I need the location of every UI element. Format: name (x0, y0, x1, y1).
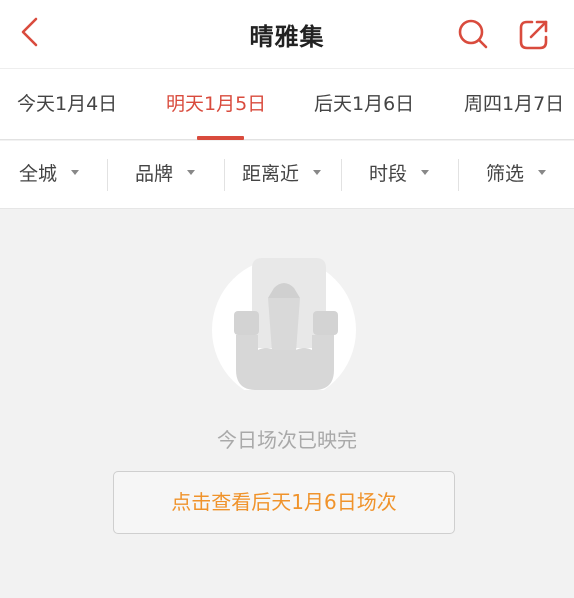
caret-down-icon (538, 170, 547, 175)
tab-today[interactable]: 今天1月4日 (17, 69, 117, 140)
tab-day-after-tomorrow[interactable]: 后天1月6日 (314, 69, 414, 140)
tab-tomorrow[interactable]: 明天1月5日 (166, 69, 266, 140)
filter-divider (341, 159, 342, 191)
empty-state-message: 今日场次已映完 (217, 428, 357, 452)
view-day-after-tomorrow-button[interactable]: 点击查看后天1月6日场次 (113, 471, 455, 534)
filter-brand[interactable]: 品牌 (135, 141, 196, 208)
filter-more[interactable]: 筛选 (486, 141, 547, 208)
filter-city-label: 全城 (19, 163, 58, 185)
filter-divider (458, 159, 459, 191)
date-tab-bar: 今天1月4日 明天1月5日 后天1月6日 周四1月7日 (0, 68, 574, 140)
empty-cinema-seat-icon (212, 258, 356, 390)
filter-time[interactable]: 时段 (369, 141, 430, 208)
active-tab-indicator (197, 136, 244, 140)
filter-bar: 全城 品牌 距离近 时段 筛选 (0, 141, 574, 209)
filter-city[interactable]: 全城 (19, 141, 80, 208)
filter-divider (107, 159, 108, 191)
share-icon (519, 20, 548, 50)
filter-divider (224, 159, 225, 191)
share-button[interactable] (515, 15, 553, 53)
caret-down-icon (187, 170, 196, 175)
top-nav-bar: 晴雅集 (0, 0, 574, 68)
search-icon (458, 19, 488, 49)
filter-time-label: 时段 (369, 163, 408, 185)
filter-brand-label: 品牌 (135, 163, 174, 185)
filter-distance[interactable]: 距离近 (242, 141, 322, 208)
search-button[interactable] (454, 15, 492, 53)
caret-down-icon (71, 170, 80, 175)
filter-distance-label: 距离近 (242, 163, 300, 185)
caret-down-icon (313, 170, 322, 175)
filter-more-label: 筛选 (486, 163, 525, 185)
tab-thursday[interactable]: 周四1月7日 (464, 69, 564, 140)
caret-down-icon (421, 170, 430, 175)
